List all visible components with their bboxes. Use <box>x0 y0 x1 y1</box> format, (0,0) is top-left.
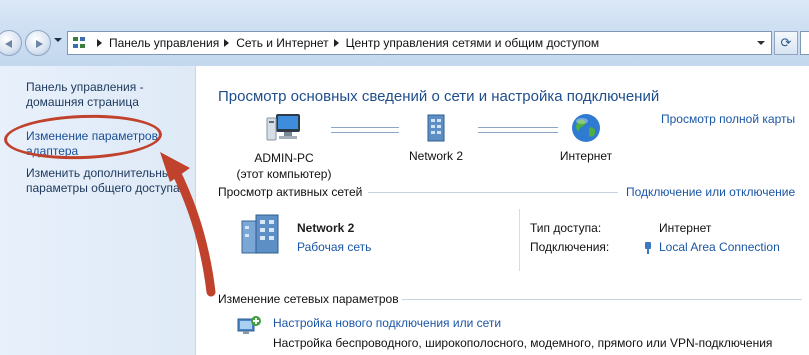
map-link-line <box>331 127 399 133</box>
access-type-value: Интернет <box>659 221 712 235</box>
computer-caption: (этот компьютер) <box>236 167 332 181</box>
internet-label: Интернет <box>559 149 613 163</box>
advanced-sharing-settings-link[interactable]: Изменить дополнительные параметры общего… <box>26 166 191 196</box>
page-title: Просмотр основных сведений о сети и наст… <box>218 88 660 105</box>
computer-name: ADMIN-PC <box>254 151 314 165</box>
section-divider <box>368 192 618 193</box>
access-type-label: Тип доступа: <box>530 221 602 235</box>
tasks-pane: Панель управления - домашняя страница Из… <box>0 66 196 355</box>
section-divider <box>402 299 802 300</box>
network-building-icon <box>241 214 279 254</box>
address-field[interactable]: Панель управления Сеть и Интернет Центр уп… <box>67 31 772 55</box>
address-dropdown-icon[interactable] <box>757 41 765 45</box>
active-network-name: Network 2 <box>297 221 355 235</box>
recent-pages-dropdown-icon[interactable] <box>54 38 62 42</box>
back-arrow-icon <box>5 40 12 48</box>
breadcrumb-network-internet[interactable]: Сеть и Интернет <box>236 36 328 50</box>
search-input[interactable] <box>800 31 809 55</box>
map-node-internet[interactable]: Интернет <box>551 112 621 164</box>
address-toolbar: Панель управления Сеть и Интернет Центр уп… <box>0 0 809 66</box>
breadcrumb-separator-icon[interactable] <box>97 39 102 48</box>
map-network-name: Network 2 <box>408 149 464 163</box>
forward-button[interactable] <box>25 30 51 56</box>
computer-icon <box>266 114 300 141</box>
back-button[interactable] <box>0 30 22 56</box>
control-panel-home-link[interactable]: Панель управления - домашняя страница <box>26 80 191 110</box>
setup-new-connection-description: Настройка беспроводного, широкополосного… <box>273 336 773 350</box>
network-location-link[interactable]: Рабочая сеть <box>297 240 371 254</box>
network-building-icon <box>427 114 445 142</box>
change-settings-header: Изменение сетевых параметров <box>218 292 399 306</box>
map-node-computer[interactable]: ADMIN-PC (этот компьютер) <box>234 112 334 182</box>
map-node-network[interactable]: Network 2 <box>401 112 471 164</box>
new-connection-icon <box>237 316 261 334</box>
network-plug-icon <box>645 242 651 254</box>
column-divider <box>519 209 520 271</box>
main-content: Просмотр основных сведений о сети и наст… <box>196 66 809 355</box>
active-networks-header: Просмотр активных сетей <box>218 185 363 199</box>
forward-arrow-icon <box>36 40 43 48</box>
setup-new-connection-link[interactable]: Настройка нового подключения или сети <box>273 316 501 330</box>
connections-label: Подключения: <box>530 240 610 254</box>
breadcrumb-control-panel[interactable]: Панель управления <box>109 36 219 50</box>
breadcrumb-network-center[interactable]: Центр управления сетями и общим доступом <box>346 36 600 50</box>
globe-icon <box>572 114 600 142</box>
refresh-icon: ⟳ <box>780 35 792 50</box>
network-center-icon <box>73 37 85 48</box>
map-link-line <box>478 127 558 133</box>
local-area-connection-link[interactable]: Local Area Connection <box>659 240 780 254</box>
breadcrumb: Панель управления Сеть и Интернет Центр уп… <box>92 32 599 54</box>
breadcrumb-separator-icon[interactable] <box>333 39 339 48</box>
connect-disconnect-link[interactable]: Подключение или отключение <box>626 185 795 199</box>
view-full-map-link[interactable]: Просмотр полной карты <box>661 112 795 126</box>
refresh-button[interactable]: ⟳ <box>774 31 798 55</box>
breadcrumb-separator-icon[interactable] <box>224 39 230 48</box>
